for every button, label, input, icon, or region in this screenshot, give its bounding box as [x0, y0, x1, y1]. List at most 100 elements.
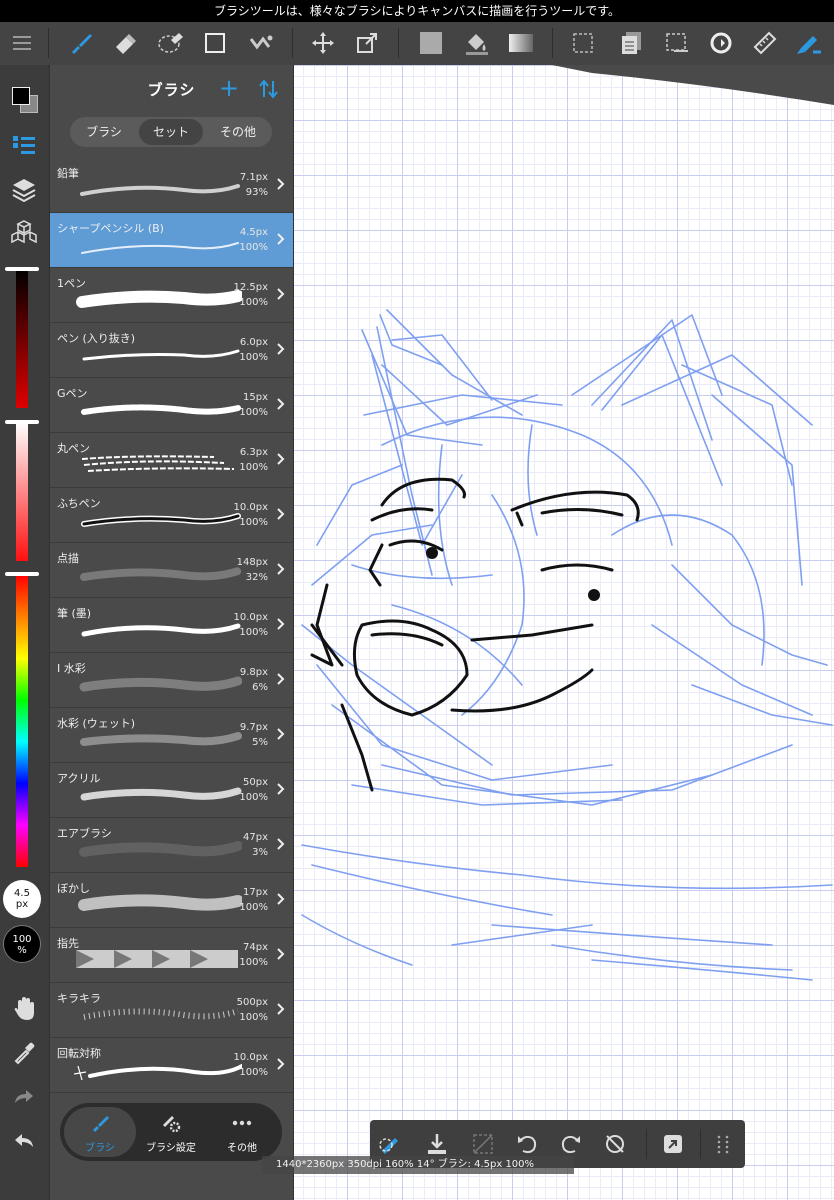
- brush-opacity: 100%: [239, 407, 268, 418]
- saturation-slider-knob[interactable]: [5, 420, 39, 424]
- chevron-right-icon[interactable]: [277, 618, 285, 630]
- chevron-right-icon[interactable]: [277, 453, 285, 465]
- bottom-bar-divider: [646, 1129, 647, 1159]
- brush-name: I 水彩: [57, 662, 86, 675]
- tool-hint-bar: ブラシツールは、様々なブラシによりキャンバスに描画を行うツールです。: [0, 0, 834, 22]
- ruler-icon[interactable]: [748, 26, 782, 60]
- select-area-icon[interactable]: [660, 26, 694, 60]
- chevron-right-icon[interactable]: [277, 233, 285, 245]
- brush-size: 6.0px: [239, 337, 268, 348]
- brush-row[interactable]: エアブラシ 47px 3%: [50, 818, 293, 873]
- hue-slider[interactable]: [16, 575, 28, 867]
- brush-name: 鉛筆: [57, 167, 79, 180]
- sort-icon[interactable]: [258, 77, 280, 101]
- brush-opacity: 100%: [239, 242, 268, 253]
- brush-row[interactable]: 点描 148px 32%: [50, 543, 293, 598]
- brush-row[interactable]: 水彩 (ウェット) 9.7px 5%: [50, 708, 293, 763]
- fill-color-icon[interactable]: [414, 26, 448, 60]
- eyedropper-icon[interactable]: [6, 1035, 42, 1071]
- chevron-right-icon[interactable]: [277, 398, 285, 410]
- chevron-right-icon[interactable]: [277, 948, 285, 960]
- brush-size: 6.3px: [239, 447, 268, 458]
- menu-icon[interactable]: [6, 26, 40, 60]
- chevron-right-icon[interactable]: [277, 343, 285, 355]
- redo-icon[interactable]: [6, 1079, 42, 1115]
- brush-row[interactable]: キラキラ 500px 100%: [50, 983, 293, 1038]
- reset-rotate-icon[interactable]: [598, 1127, 632, 1161]
- add-brush-button[interactable]: +: [218, 75, 240, 101]
- segment-set[interactable]: セット: [139, 119, 203, 145]
- brush-row[interactable]: 筆 (墨) 10.0px 100%: [50, 598, 293, 653]
- rotate-canvas-icon[interactable]: [704, 26, 738, 60]
- chevron-right-icon[interactable]: [277, 288, 285, 300]
- chevron-right-icon[interactable]: [277, 673, 285, 685]
- materials-icon[interactable]: [6, 215, 42, 251]
- brush-list-icon[interactable]: [6, 127, 42, 163]
- chevron-right-icon[interactable]: [277, 783, 285, 795]
- brush-size: 50px: [243, 777, 268, 788]
- transform-icon[interactable]: [350, 26, 384, 60]
- chevron-right-icon[interactable]: [277, 508, 285, 520]
- hue-slider-knob[interactable]: [5, 572, 39, 576]
- rectangle-select-icon[interactable]: [198, 26, 232, 60]
- chevron-right-icon[interactable]: [277, 728, 285, 740]
- brush-row[interactable]: 1ペン 12.5px 100%: [50, 268, 293, 323]
- brush-name: 回転対称: [57, 1047, 101, 1060]
- layers-icon[interactable]: [6, 171, 42, 207]
- brush-tool-icon[interactable]: [64, 26, 98, 60]
- brush-opacity: 100%: [239, 352, 268, 363]
- tab-brush-settings[interactable]: ブラシ設定: [135, 1107, 207, 1157]
- chevron-right-icon[interactable]: [277, 178, 285, 190]
- chevron-right-icon[interactable]: [277, 563, 285, 575]
- brush-row[interactable]: シャープペンシル (B) 4.5px 100%: [50, 213, 293, 268]
- grid-dots-icon[interactable]: [706, 1127, 740, 1161]
- brush-row[interactable]: 鉛筆 7.1px 93%: [50, 158, 293, 213]
- gradient-icon[interactable]: [504, 26, 538, 60]
- dot-tool-icon[interactable]: [244, 26, 278, 60]
- brush-row[interactable]: アクリル 50px 100%: [50, 763, 293, 818]
- brush-row[interactable]: I 水彩 9.8px 6%: [50, 653, 293, 708]
- brush-icon: [93, 1116, 109, 1132]
- export-icon[interactable]: [656, 1127, 690, 1161]
- brush-row[interactable]: 丸ペン 6.3px 100%: [50, 433, 293, 488]
- brush-size-badge[interactable]: 4.5 px: [3, 880, 41, 918]
- tab-more[interactable]: その他: [206, 1107, 278, 1157]
- brush-row[interactable]: ペン (入り抜き) 6.0px 100%: [50, 323, 293, 378]
- brush-opacity: 100%: [239, 1067, 268, 1078]
- brush-preview: [80, 184, 240, 196]
- tab-brush[interactable]: ブラシ: [64, 1107, 136, 1157]
- brush-settings-icon: [163, 1116, 181, 1133]
- segment-other[interactable]: その他: [206, 119, 270, 145]
- brush-row[interactable]: ぼかし 17px 100%: [50, 873, 293, 928]
- value-slider[interactable]: [16, 270, 28, 408]
- drawing-canvas[interactable]: [292, 65, 834, 1200]
- bucket-icon[interactable]: [460, 26, 494, 60]
- undo-icon[interactable]: [6, 1123, 42, 1159]
- eraser-tool-icon[interactable]: [108, 26, 142, 60]
- value-slider-knob[interactable]: [5, 267, 39, 271]
- brush-name: ぼかし: [57, 882, 90, 895]
- hand-icon[interactable]: [6, 991, 42, 1027]
- brush-row[interactable]: 指先 74px 100%: [50, 928, 293, 983]
- segment-brush[interactable]: ブラシ: [72, 119, 136, 145]
- brush-row[interactable]: Gペン 15px 100%: [50, 378, 293, 433]
- tab-brush-settings-label: ブラシ設定: [146, 1143, 196, 1154]
- brush-row[interactable]: 回転対称 10.0px 100%: [50, 1038, 293, 1093]
- color-swatch[interactable]: [12, 87, 38, 113]
- chevron-right-icon[interactable]: [277, 893, 285, 905]
- chevron-right-icon[interactable]: [277, 1058, 285, 1070]
- chevron-right-icon[interactable]: [277, 1003, 285, 1015]
- brush-row[interactable]: ふちペン 10.0px 100%: [50, 488, 293, 543]
- chevron-right-icon[interactable]: [277, 838, 285, 850]
- saturation-slider[interactable]: [16, 423, 28, 561]
- pen-snap-icon[interactable]: [792, 26, 826, 60]
- move-icon[interactable]: [306, 26, 340, 60]
- brush-opacity-badge[interactable]: 100 %: [3, 925, 41, 963]
- brush-size: 10.0px: [233, 502, 268, 513]
- brush-panel: ブラシ + ブラシ セット その他 鉛筆 7.1px 93% シャープペンシル (B)…: [49, 65, 294, 1200]
- brush-size-value: 4.5: [14, 888, 30, 899]
- lasso-eraser-icon[interactable]: [154, 26, 188, 60]
- selection-icon[interactable]: [566, 26, 600, 60]
- brush-preview: [76, 950, 238, 968]
- layer-copy-icon[interactable]: [614, 26, 648, 60]
